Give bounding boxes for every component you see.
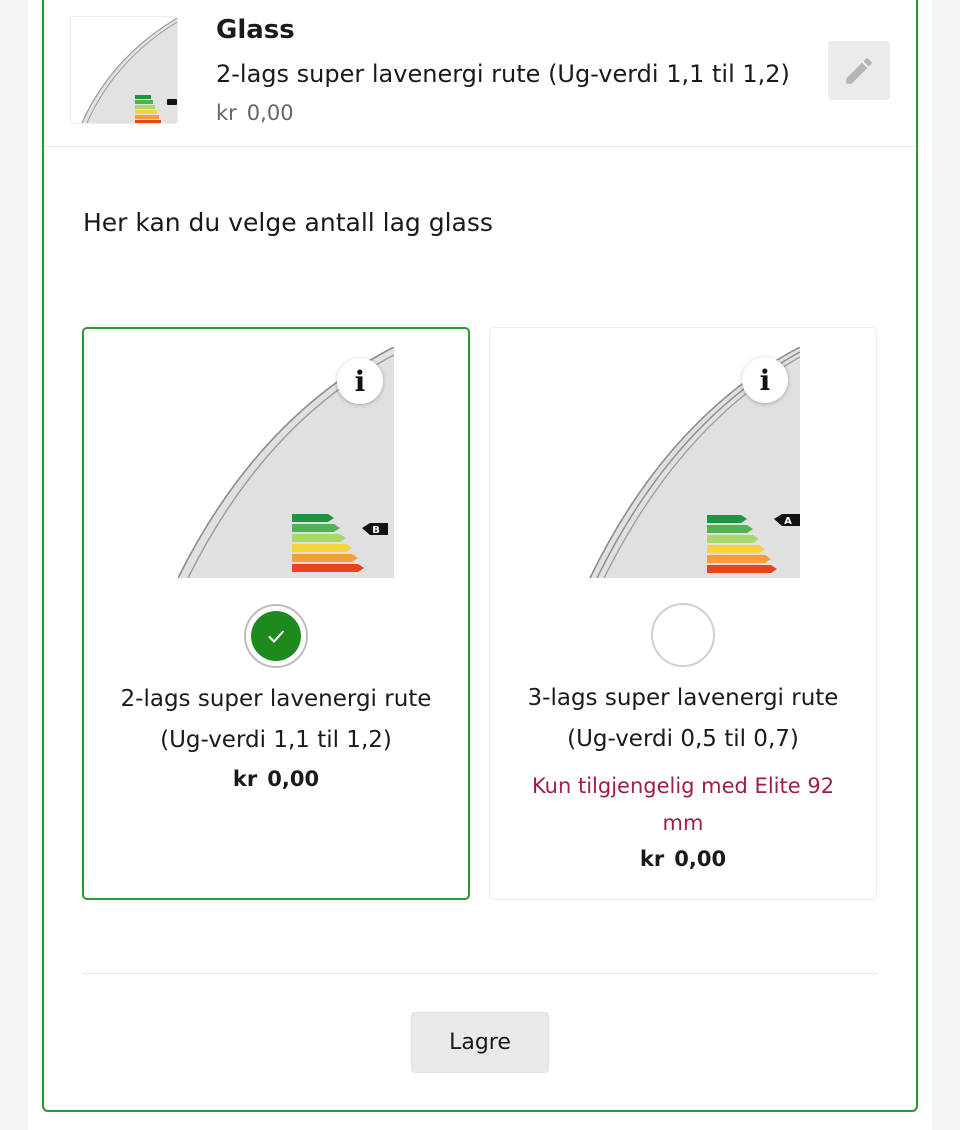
save-button[interactable]: Lagre (411, 1012, 549, 1073)
energy-class-label: A (784, 516, 792, 527)
info-button[interactable]: i (742, 357, 788, 403)
section-prompt: Her kan du velge antall lag glass (83, 208, 493, 237)
option-radio[interactable] (244, 604, 308, 668)
option-price-value: 0,00 (674, 847, 727, 871)
radio-selected-indicator (251, 611, 301, 661)
option-price: kr 0,00 (490, 847, 876, 871)
option-currency: kr (639, 847, 665, 871)
energy-class-label: B (372, 525, 380, 536)
option-price: kr 0,00 (84, 767, 468, 791)
availability-note: Kun tilgjengelig med Elite 92 mm (531, 774, 835, 835)
option-card-2-layer[interactable]: B i 2-lags super lavenergi rute (Ug-verd… (82, 327, 470, 900)
option-label: 3-lags super lavenergi rute (Ug-verdi 0,… (490, 678, 876, 760)
option-price-value: 0,00 (267, 767, 320, 791)
pencil-icon (846, 57, 872, 84)
header-price: kr 0,00 (216, 101, 294, 125)
option-card-3-layer[interactable]: A i 3-lags super lavenergi rute (Ug-verd… (489, 327, 877, 900)
header-price-value: 0,00 (246, 101, 294, 125)
option-label-line2: (Ug-verdi 1,1 til 1,2) (160, 727, 392, 753)
header-divider (44, 146, 916, 147)
option-currency: kr (232, 767, 258, 791)
info-button[interactable]: i (337, 358, 383, 404)
option-label-line1: 2-lags super lavenergi rute (120, 686, 432, 712)
glass-thumbnail-image (70, 16, 178, 124)
checkmark-icon (268, 630, 285, 643)
option-label: 2-lags super lavenergi rute (Ug-verdi 1,… (84, 679, 468, 761)
option-radio[interactable] (651, 603, 715, 667)
option-label-line2: (Ug-verdi 0,5 til 0,7) (567, 726, 799, 752)
edit-button[interactable] (828, 41, 890, 100)
header-currency: kr (216, 101, 237, 125)
header-description: 2-lags super lavenergi rute (Ug-verdi 1,… (216, 60, 790, 88)
option-label-line1: 3-lags super lavenergi rute (527, 685, 839, 711)
header-title: Glass (216, 15, 295, 45)
footer-divider (82, 973, 878, 974)
